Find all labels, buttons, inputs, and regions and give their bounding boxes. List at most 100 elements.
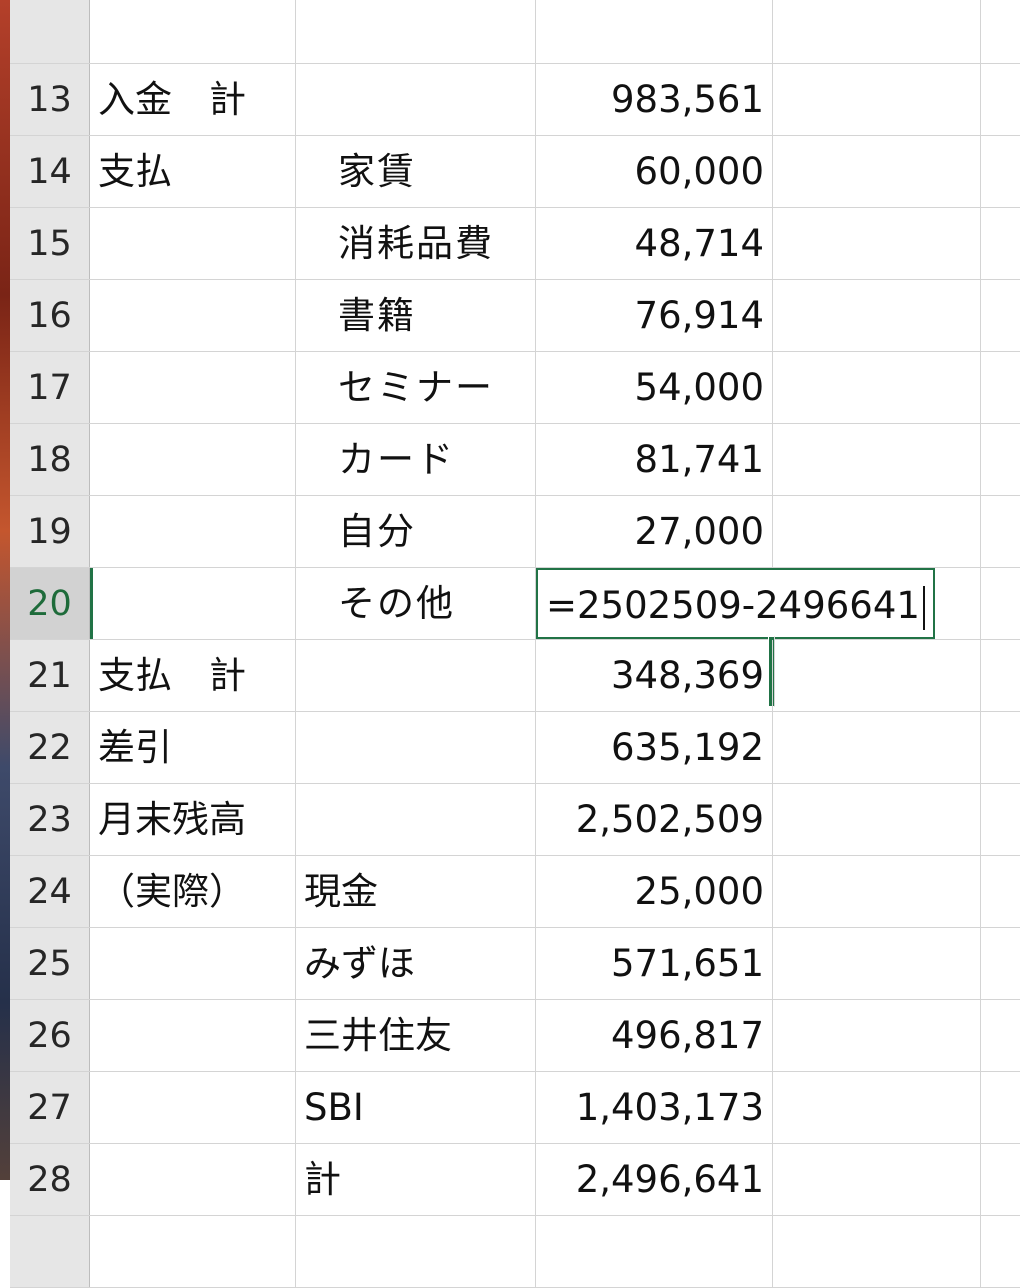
cell[interactable]	[773, 856, 981, 927]
cell-category[interactable]	[296, 640, 536, 711]
row-header[interactable]: 24	[10, 856, 90, 927]
cell[interactable]	[981, 1000, 1020, 1071]
row-header[interactable]: 22	[10, 712, 90, 783]
cell-label[interactable]	[90, 1000, 296, 1071]
row-header[interactable]: 19	[10, 496, 90, 567]
cell[interactable]	[981, 856, 1020, 927]
cell-label[interactable]	[90, 352, 296, 423]
cell[interactable]	[981, 0, 1020, 63]
cell-category[interactable]: 現金	[296, 856, 536, 927]
row-header[interactable]: 27	[10, 1072, 90, 1143]
row-header[interactable]: 15	[10, 208, 90, 279]
cell[interactable]	[981, 352, 1020, 423]
cell[interactable]	[296, 0, 536, 63]
cell[interactable]	[773, 352, 981, 423]
cell-category[interactable]: カード	[296, 424, 536, 495]
cell-label[interactable]: 月末残高	[90, 784, 296, 855]
cell-label[interactable]: 入金 計	[90, 64, 296, 135]
cell-label[interactable]: 差引	[90, 712, 296, 783]
cell-category[interactable]	[296, 64, 536, 135]
cell-label[interactable]	[90, 424, 296, 495]
cell-amount[interactable]: 983,561	[536, 64, 773, 135]
cell-label[interactable]: （実際）	[90, 856, 296, 927]
cell[interactable]	[773, 1072, 981, 1143]
row-header[interactable]: 23	[10, 784, 90, 855]
cell-amount[interactable]: 1,403,173	[536, 1072, 773, 1143]
row-header[interactable]: 14	[10, 136, 90, 207]
row-header-active[interactable]: 20	[10, 568, 90, 639]
cell-amount[interactable]: 25,000	[536, 856, 773, 927]
cell[interactable]	[296, 1216, 536, 1287]
cell[interactable]	[773, 136, 981, 207]
cell[interactable]	[981, 1072, 1020, 1143]
cell-label[interactable]	[90, 568, 296, 639]
row-header[interactable]: 21	[10, 640, 90, 711]
cell-category[interactable]: 自分	[296, 496, 536, 567]
cell[interactable]	[773, 0, 981, 63]
cell-category[interactable]: 家賃	[296, 136, 536, 207]
cell-category[interactable]: 書籍	[296, 280, 536, 351]
cell[interactable]	[981, 424, 1020, 495]
cell[interactable]	[90, 1216, 296, 1287]
cell[interactable]	[90, 0, 296, 63]
cell-category[interactable]: その他	[296, 568, 536, 639]
cell-amount[interactable]: 635,192	[536, 712, 773, 783]
cell-amount[interactable]: 48,714	[536, 208, 773, 279]
cell[interactable]	[773, 496, 981, 567]
row-header[interactable]: 18	[10, 424, 90, 495]
cell-category[interactable]: SBI	[296, 1072, 536, 1143]
row-header[interactable]: 17	[10, 352, 90, 423]
cell-label[interactable]	[90, 208, 296, 279]
cell[interactable]	[773, 640, 981, 711]
cell-amount[interactable]: 27,000	[536, 496, 773, 567]
cell[interactable]	[981, 64, 1020, 135]
cell[interactable]	[981, 496, 1020, 567]
row-header[interactable]: 25	[10, 928, 90, 999]
cell[interactable]	[981, 280, 1020, 351]
cell[interactable]	[981, 1216, 1020, 1287]
row-header[interactable]: 13	[10, 64, 90, 135]
cell[interactable]	[536, 0, 773, 63]
formula-text[interactable]: =2502509-2496641	[546, 584, 920, 627]
cell[interactable]	[773, 64, 981, 135]
cell-category[interactable]: みずほ	[296, 928, 536, 999]
row-header[interactable]: 16	[10, 280, 90, 351]
cell-label[interactable]: 支払	[90, 136, 296, 207]
cell[interactable]	[536, 1216, 773, 1287]
cell[interactable]	[773, 424, 981, 495]
cell[interactable]	[773, 1216, 981, 1287]
cell-label[interactable]	[90, 928, 296, 999]
cell-label[interactable]	[90, 1072, 296, 1143]
cell-amount[interactable]: 54,000	[536, 352, 773, 423]
cell-amount[interactable]: 60,000	[536, 136, 773, 207]
cell-amount[interactable]: 496,817	[536, 1000, 773, 1071]
cell-amount[interactable]: 348,369	[536, 640, 773, 711]
spreadsheet-grid[interactable]: 13 入金 計 983,561 14 支払 家賃 60,000 15 消耗品費 48,714 …	[10, 0, 1020, 1288]
cell-category[interactable]	[296, 784, 536, 855]
cell-category[interactable]: 消耗品費	[296, 208, 536, 279]
cell-amount[interactable]: 76,914	[536, 280, 773, 351]
cell[interactable]	[773, 280, 981, 351]
cell-amount[interactable]: 2,502,509	[536, 784, 773, 855]
cell-category[interactable]	[296, 712, 536, 783]
cell-category[interactable]: セミナー	[296, 352, 536, 423]
cell[interactable]	[981, 928, 1020, 999]
cell-label[interactable]: 支払 計	[90, 640, 296, 711]
cell[interactable]	[981, 136, 1020, 207]
cell[interactable]	[981, 784, 1020, 855]
row-header[interactable]	[10, 0, 90, 63]
row-header[interactable]	[10, 1216, 90, 1287]
cell[interactable]	[773, 1000, 981, 1071]
cell-label[interactable]	[90, 496, 296, 567]
cell[interactable]	[773, 784, 981, 855]
cell[interactable]	[981, 208, 1020, 279]
cell[interactable]	[981, 712, 1020, 783]
row-header[interactable]: 26	[10, 1000, 90, 1071]
cell[interactable]	[981, 640, 1020, 711]
cell-category[interactable]: 三井住友	[296, 1000, 536, 1071]
cell[interactable]	[773, 928, 981, 999]
cell[interactable]	[773, 712, 981, 783]
cell[interactable]	[981, 568, 1020, 639]
cell-amount[interactable]: 571,651	[536, 928, 773, 999]
cell-amount[interactable]: 81,741	[536, 424, 773, 495]
